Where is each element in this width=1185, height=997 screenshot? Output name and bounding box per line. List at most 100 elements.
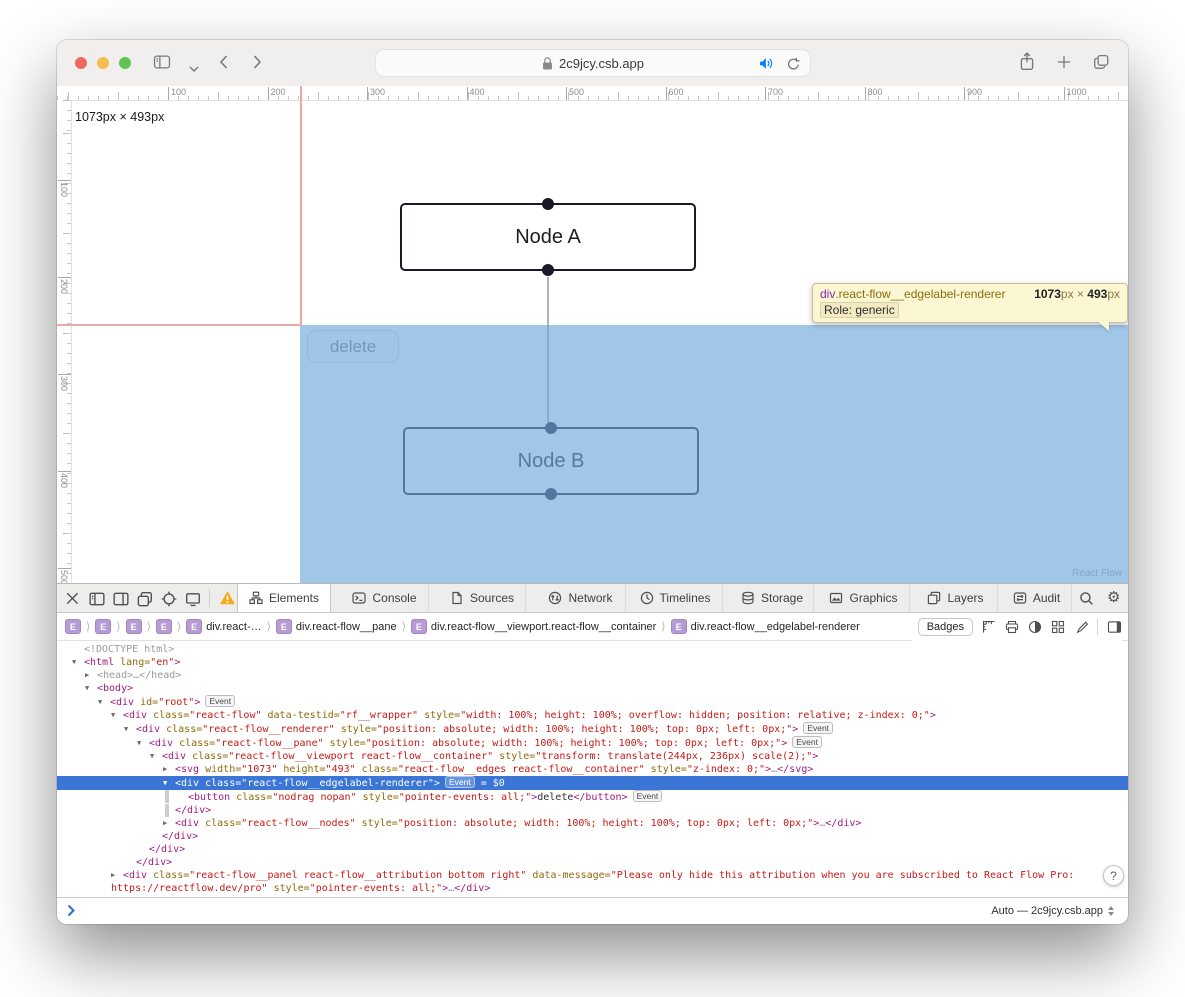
contrast-icon[interactable] [1028, 620, 1042, 634]
browser-toolbar: 2c9jcy.csb.app [57, 40, 1128, 87]
breadcrumb-item[interactable]: Ediv.react-… [186, 619, 261, 634]
dom-tree-row[interactable]: </div> [57, 843, 1128, 856]
device-icon[interactable] [185, 591, 201, 612]
dom-tree-row[interactable]: ▶<div class="react-flow__nodes" style="p… [57, 817, 1128, 830]
dom-tree-row[interactable]: ▼<div class="react-flow__renderer" style… [57, 722, 1128, 736]
dom-tree-row[interactable]: ▼<body> [57, 682, 1128, 695]
tab-label: Sources [470, 591, 514, 605]
gear-icon[interactable]: ⚙ [1107, 588, 1120, 606]
disclosure-arrow-icon[interactable]: ▼ [150, 750, 162, 763]
dom-tree-row[interactable]: </div> [57, 804, 1128, 817]
close-icon[interactable] [65, 591, 81, 612]
close-window-button[interactable] [75, 57, 87, 69]
syntax-segment: </div> [454, 883, 490, 893]
sidebar-icon[interactable] [153, 54, 171, 75]
disclosure-arrow-icon[interactable]: ▶ [163, 763, 175, 776]
dom-tree-row[interactable]: ▼<div class="react-flow" data-testid="rf… [57, 709, 1128, 722]
disclosure-arrow-icon[interactable]: ▼ [124, 723, 136, 736]
syntax-segment: style= [335, 724, 377, 735]
breadcrumb-separator: ⟩ [147, 620, 151, 633]
dock-left-icon[interactable] [89, 591, 105, 612]
tab-graphics[interactable]: Graphics [818, 584, 910, 612]
tab-network[interactable]: Network [536, 584, 626, 612]
badges-button[interactable]: Badges [918, 618, 973, 636]
breadcrumb-item[interactable]: E [95, 619, 111, 634]
minimize-window-button[interactable] [97, 57, 109, 69]
ruler-label: 900 [964, 87, 982, 97]
tab-storage[interactable]: Storage [731, 584, 814, 612]
dom-tree-row[interactable]: ▶<svg width="1073" height="493" class="r… [57, 763, 1128, 776]
tab-audit[interactable]: Audit [1002, 584, 1072, 612]
syntax-segment: </div> [136, 857, 172, 868]
dom-tree-row[interactable]: ▼<div id="root">Event [57, 695, 1128, 709]
disclosure-arrow-icon[interactable]: ▶ [163, 817, 175, 830]
forward-icon[interactable] [253, 55, 262, 74]
disclosure-arrow-icon[interactable]: ▼ [163, 777, 175, 790]
dom-tree-row[interactable]: ▼<div class="react-flow__edgelabel-rende… [57, 776, 1128, 790]
elements-icon [249, 591, 263, 605]
tab-layers[interactable]: Layers [914, 584, 998, 612]
dock-right-icon[interactable] [113, 591, 129, 612]
syntax-segment: "react-flow" [189, 710, 261, 721]
disclosure-arrow-icon[interactable]: ▶ [111, 869, 123, 882]
syntax-segment: <div [110, 697, 134, 708]
undock-icon[interactable] [137, 591, 153, 612]
inspector-tab-bar: Elements Console Sources NetworkTimelines St… [57, 584, 1128, 613]
disclosure-arrow-icon[interactable]: ▶ [85, 669, 97, 682]
element-badge-icon: E [276, 619, 292, 634]
warning-icon[interactable] [219, 590, 236, 611]
breadcrumb-item[interactable]: Ediv.react-flow__edgelabel-renderer [671, 619, 860, 634]
breadcrumb-item[interactable]: Ediv.react-flow__pane [276, 619, 397, 634]
zoom-window-button[interactable] [119, 57, 131, 69]
dom-tree-row[interactable]: <!DOCTYPE html> [57, 643, 1128, 656]
tab-overview-icon[interactable] [1093, 54, 1109, 75]
audio-speaker-icon[interactable] [759, 57, 774, 73]
disclosure-arrow-icon[interactable]: ▼ [72, 656, 84, 669]
grid-icon[interactable] [1051, 620, 1065, 634]
dom-tree-row[interactable]: ▼<div class="react-flow__viewport react-… [57, 750, 1128, 763]
disclosure-arrow-icon[interactable]: ▼ [85, 682, 97, 695]
reload-icon[interactable] [787, 57, 800, 74]
dom-tree-row[interactable]: ▶<div class="react-flow__panel react-flo… [57, 869, 1101, 893]
new-tab-icon[interactable] [1057, 55, 1071, 74]
disclosure-arrow-icon[interactable]: ▼ [111, 709, 123, 722]
ruler-icon[interactable] [982, 620, 996, 634]
highlight-guide-horizontal [57, 324, 300, 326]
safari-window: 2c9jcy.csb.app Node A delete [57, 40, 1128, 924]
node-picker-icon[interactable] [161, 591, 177, 612]
console-prompt-icon[interactable] [67, 904, 76, 922]
sidebar-right-icon[interactable] [1107, 620, 1122, 634]
dom-tree-row[interactable]: ▼<html lang="en"> [57, 656, 1128, 669]
print-icon[interactable] [1005, 620, 1019, 634]
breadcrumb-item[interactable]: E [65, 619, 81, 634]
dom-tree-row[interactable]: </div> [57, 856, 1128, 869]
address-bar[interactable]: 2c9jcy.csb.app [375, 49, 811, 77]
dom-tree-row[interactable]: ▶<head>…</head> [57, 669, 1128, 682]
tab-elements[interactable]: Elements [237, 584, 331, 612]
syntax-segment: class= [230, 792, 272, 803]
dom-tree-row[interactable]: <button class="nodrag nopan" style="poin… [57, 790, 1128, 804]
brush-icon[interactable] [1074, 620, 1088, 634]
tab-timelines[interactable]: Timelines [628, 584, 723, 612]
search-icon[interactable] [1079, 591, 1094, 611]
dom-tree-row[interactable]: </div> [57, 830, 1128, 843]
share-icon[interactable] [1019, 52, 1035, 76]
chevron-down-icon[interactable] [189, 60, 199, 78]
node-handle-icon[interactable] [542, 198, 554, 210]
flow-node-a[interactable]: Node A [400, 203, 696, 271]
breadcrumb-item[interactable]: E [126, 619, 142, 634]
syntax-segment: <div [123, 710, 147, 721]
inspection-target-select[interactable]: Auto — 2c9jcy.csb.app [991, 898, 1114, 924]
help-button[interactable]: ? [1103, 865, 1124, 886]
node-handle-icon[interactable] [542, 264, 554, 276]
tab-label: Graphics [849, 591, 897, 605]
tab-console[interactable]: Console [341, 584, 429, 612]
breadcrumb-label: div.react-flow__pane [296, 621, 397, 633]
breadcrumb-item[interactable]: Ediv.react-flow__viewport.react-flow__co… [411, 619, 656, 634]
dom-tree-row[interactable]: ▼<div class="react-flow__pane" style="po… [57, 736, 1128, 750]
breadcrumb-item[interactable]: E [156, 619, 172, 634]
disclosure-arrow-icon[interactable]: ▼ [137, 737, 149, 750]
disclosure-arrow-icon[interactable]: ▼ [98, 696, 110, 709]
back-icon[interactable] [219, 55, 228, 74]
tab-sources[interactable]: Sources [439, 584, 526, 612]
